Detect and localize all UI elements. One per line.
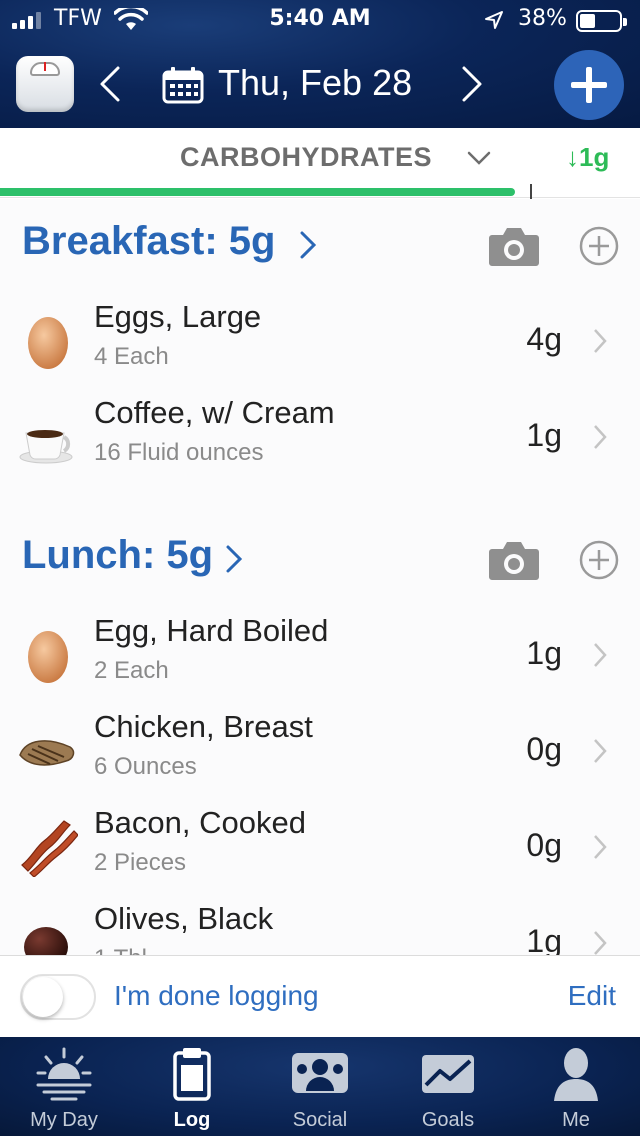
tab-label: My Day: [30, 1109, 98, 1131]
food-row[interactable]: Eggs, Large 4 Each 4g: [0, 293, 640, 389]
meal-title[interactable]: Breakfast: 5g: [22, 219, 275, 264]
egg-icon: [28, 317, 68, 369]
food-quantity: 1 Tbl: [94, 945, 147, 955]
chevron-right-icon[interactable]: [592, 423, 608, 451]
previous-day-button[interactable]: [94, 64, 124, 104]
chevron-right-icon[interactable]: [592, 737, 608, 765]
app-header: TFW 5:40 AM 38% Thu, Feb 28: [0, 0, 640, 128]
next-day-button[interactable]: [458, 64, 488, 104]
meal-header-breakfast[interactable]: Breakfast: 5g: [0, 199, 640, 295]
done-logging-toggle[interactable]: [20, 974, 96, 1020]
food-row[interactable]: Chicken, Breast 6 Ounces 0g: [0, 703, 640, 799]
camera-icon[interactable]: [488, 225, 540, 267]
add-food-button[interactable]: [554, 50, 624, 120]
goal-marker: [530, 184, 532, 200]
nutrient-label[interactable]: CARBOHYDRATES: [180, 142, 432, 173]
tab-me[interactable]: Me: [512, 1037, 640, 1136]
food-name: Olives, Black: [94, 901, 274, 936]
current-date[interactable]: Thu, Feb 28: [218, 62, 412, 104]
tab-my-day[interactable]: My Day: [0, 1037, 128, 1136]
food-carbs: 1g: [526, 635, 562, 671]
food-carbs: 1g: [526, 923, 562, 955]
food-name: Coffee, w/ Cream: [94, 395, 335, 430]
food-quantity: 2 Pieces: [94, 849, 187, 876]
chicken-icon: [19, 740, 75, 766]
battery-icon: [576, 10, 627, 32]
chevron-right-icon[interactable]: [592, 641, 608, 669]
sunrise-icon: [36, 1047, 92, 1101]
tab-label: Goals: [421, 1109, 475, 1131]
tab-label: Me: [562, 1109, 590, 1131]
chevron-right-icon[interactable]: [592, 327, 608, 355]
clipboard-icon: [173, 1048, 211, 1101]
food-carbs: 0g: [526, 827, 562, 863]
person-icon: [554, 1048, 598, 1101]
tab-bar: My Day Log Social Goals Me: [0, 1037, 640, 1136]
chevron-right-icon[interactable]: [298, 229, 318, 261]
people-icon: [292, 1053, 348, 1093]
tab-social[interactable]: Social: [256, 1037, 384, 1136]
weigh-in-scale-button[interactable]: [16, 56, 74, 112]
meal-title[interactable]: Lunch: 5g: [22, 533, 213, 578]
chevron-right-icon[interactable]: [224, 543, 244, 575]
food-carbs: 0g: [526, 731, 562, 767]
calendar-icon[interactable]: [162, 66, 204, 104]
chevron-right-icon[interactable]: [592, 929, 608, 955]
nutrient-selector[interactable]: CARBOHYDRATES ↓1g: [0, 128, 640, 200]
meal-header-lunch[interactable]: Lunch: 5g: [0, 513, 640, 609]
food-quantity: 16 Fluid ounces: [94, 439, 264, 466]
add-circle-icon[interactable]: [578, 539, 620, 581]
food-name: Chicken, Breast: [94, 709, 313, 744]
olive-icon: [24, 927, 68, 955]
coffee-icon: [19, 430, 73, 464]
nutrient-progress-fill: [0, 188, 516, 196]
done-logging-label[interactable]: I'm done logging: [114, 980, 319, 1012]
done-logging-bar: I'm done logging Edit: [0, 955, 640, 1037]
status-bar: TFW 5:40 AM 38%: [0, 0, 640, 40]
chevron-right-icon[interactable]: [592, 833, 608, 861]
edit-button[interactable]: Edit: [568, 980, 616, 1012]
food-quantity: 2 Each: [94, 657, 169, 684]
tab-goals[interactable]: Goals: [384, 1037, 512, 1136]
food-row[interactable]: Coffee, w/ Cream 16 Fluid ounces 1g: [0, 389, 640, 485]
food-name: Eggs, Large: [94, 299, 262, 334]
food-carbs: 1g: [526, 417, 562, 453]
location-arrow-icon: [485, 11, 503, 29]
tab-log[interactable]: Log: [128, 1037, 256, 1136]
bacon-icon: [21, 820, 78, 877]
camera-icon[interactable]: [488, 539, 540, 581]
nutrient-progress-bar: [0, 184, 640, 200]
food-row[interactable]: Olives, Black 1 Tbl 1g: [0, 895, 640, 955]
food-carbs: 4g: [526, 321, 562, 357]
tab-label: Log: [173, 1109, 211, 1131]
envelope-chart-icon: [422, 1055, 474, 1093]
food-name: Bacon, Cooked: [94, 805, 306, 840]
egg-icon: [28, 631, 68, 683]
add-circle-icon[interactable]: [578, 225, 620, 267]
food-log-list[interactable]: Breakfast: 5g Eggs, Large 4 Each 4g Coff…: [0, 199, 640, 955]
nutrient-remaining: ↓1g: [566, 142, 610, 172]
food-name: Egg, Hard Boiled: [94, 613, 329, 648]
chevron-down-icon[interactable]: [466, 148, 492, 168]
food-quantity: 4 Each: [94, 343, 169, 370]
battery-percent: 38%: [518, 6, 567, 31]
food-quantity: 6 Ounces: [94, 753, 197, 780]
food-row[interactable]: Bacon, Cooked 2 Pieces 0g: [0, 799, 640, 895]
tab-label: Social: [292, 1109, 348, 1131]
food-row[interactable]: Egg, Hard Boiled 2 Each 1g: [0, 607, 640, 703]
